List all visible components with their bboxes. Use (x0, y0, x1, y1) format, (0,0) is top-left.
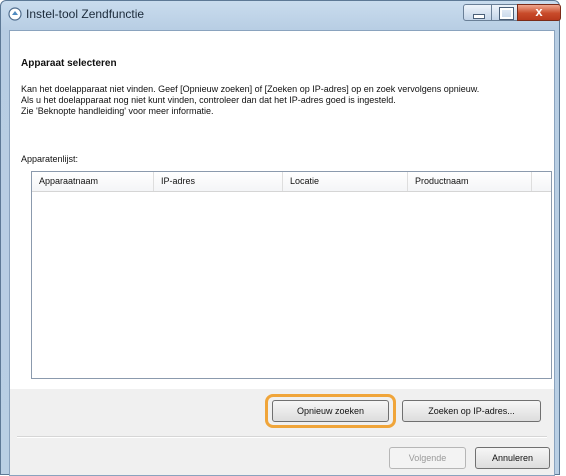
content-panel: Apparaat selecteren Kan het doelapparaat… (10, 31, 554, 389)
column-header-location[interactable]: Locatie (283, 172, 408, 191)
device-list-label: Apparatenlijst: (21, 154, 79, 164)
title-bar: Instel-tool Zendfunctie x (1, 1, 561, 29)
search-by-ip-button[interactable]: Zoeken op IP-adres... (402, 400, 541, 422)
divider (17, 436, 547, 438)
device-list-header: Apparaatnaam IP-adres Locatie Productnaa… (32, 172, 551, 192)
column-header-device-name[interactable]: Apparaatnaam (32, 172, 154, 191)
device-list[interactable]: Apparaatnaam IP-adres Locatie Productnaa… (31, 171, 552, 379)
search-again-button[interactable]: Opnieuw zoeken (272, 400, 389, 422)
close-button[interactable]: x (517, 4, 561, 21)
app-icon (8, 7, 22, 21)
column-header-filler (532, 172, 552, 191)
window-title: Instel-tool Zendfunctie (26, 7, 145, 21)
minimize-button[interactable] (463, 4, 492, 21)
next-button[interactable]: Volgende (389, 447, 466, 469)
dialog-window: Instel-tool Zendfunctie x Apparaat selec… (0, 0, 561, 476)
column-header-product-name[interactable]: Productnaam (408, 172, 532, 191)
instructions-text: Kan het doelapparaat niet vinden. Geef [… (21, 84, 480, 116)
cancel-button[interactable]: Annuleren (475, 447, 550, 469)
column-header-ip-address[interactable]: IP-adres (154, 172, 283, 191)
page-title: Apparaat selecteren (21, 58, 117, 69)
close-icon: x (535, 4, 543, 19)
dialog-content: Apparaat selecteren Kan het doelapparaat… (9, 30, 555, 476)
maximize-button[interactable] (491, 4, 518, 21)
